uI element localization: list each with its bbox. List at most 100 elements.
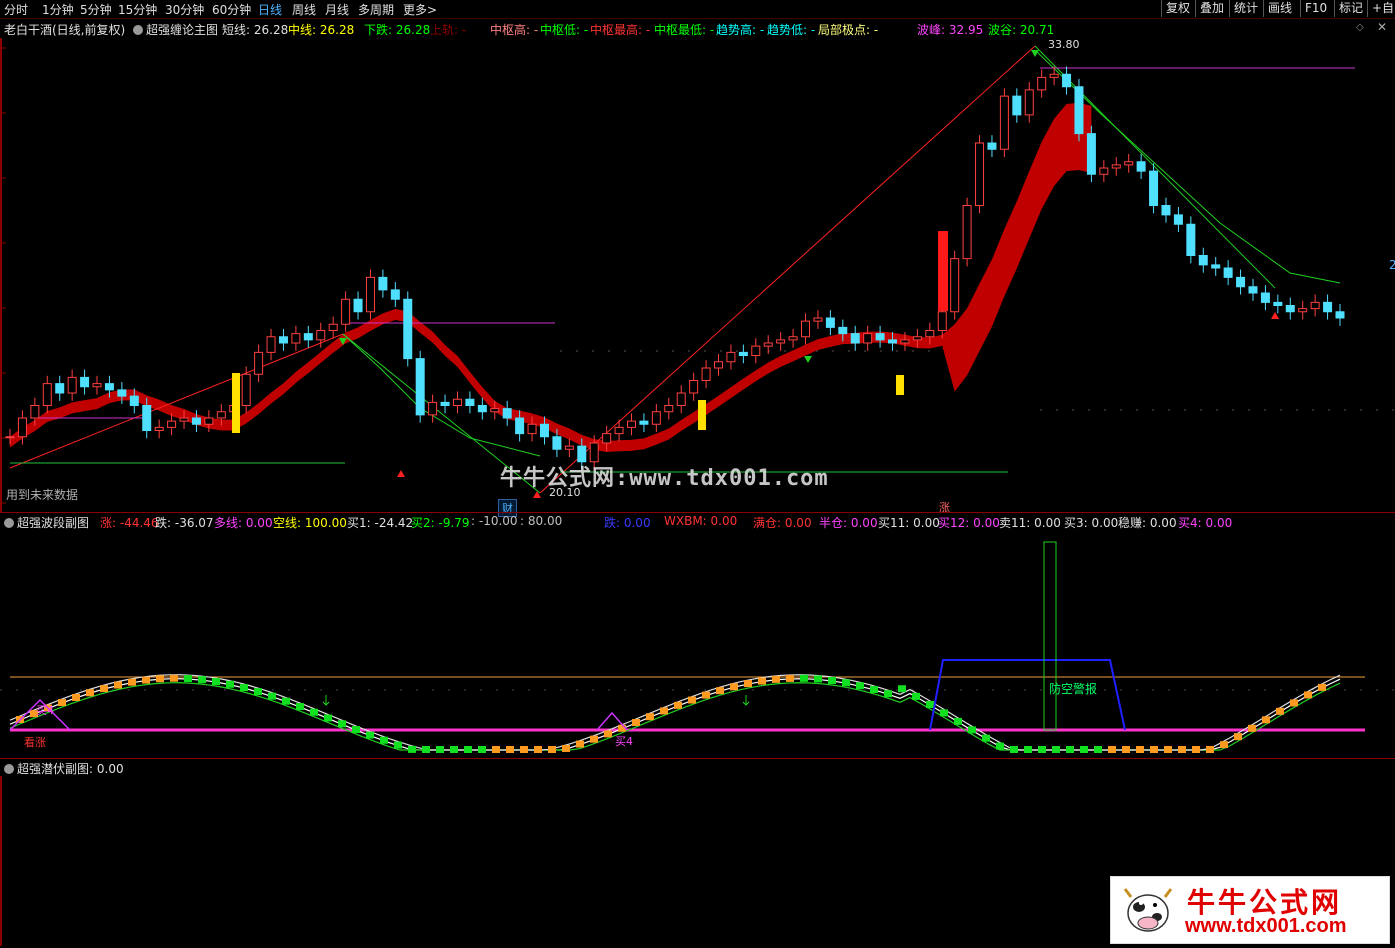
wave-block: [884, 690, 892, 698]
main-value-5: 中枢低: -: [540, 23, 589, 37]
candle-body: [129, 395, 139, 406]
candle-body: [1012, 95, 1022, 116]
candle-body: [1310, 301, 1320, 310]
main-value-4: 中枢高: -: [490, 23, 539, 37]
chart-settings-icon[interactable]: ◇: [1356, 22, 1364, 33]
candle-body: [999, 95, 1009, 150]
f10-button[interactable]: F10: [1300, 0, 1331, 17]
candle-body: [341, 298, 351, 325]
sub1-value-2: 多线: 0.00: [214, 516, 273, 530]
candle-body: [925, 330, 935, 338]
wave-block: [1094, 746, 1102, 753]
wave-block: [1234, 733, 1242, 741]
candle-body: [527, 423, 537, 435]
candle-body: [850, 333, 860, 344]
gear-icon[interactable]: [133, 25, 144, 35]
sub1-value-14: 卖11: 0.00: [999, 516, 1061, 530]
candle-body: [67, 376, 77, 394]
sub1-indicator-name[interactable]: 超强波段副图: [17, 516, 89, 530]
buy4-label-mid: 买4: [615, 735, 633, 748]
candle-body: [614, 426, 624, 435]
period-tab[interactable]: 5分钟: [80, 1, 112, 18]
wave-block: [1248, 724, 1256, 732]
yellow-signal-candle: [698, 400, 706, 430]
sub2-indicator-name[interactable]: 超强潜伏副图: [17, 762, 89, 776]
sub1-value-15: 买3: 0.00: [1064, 516, 1119, 530]
wave-block: [478, 746, 486, 753]
wave-block: [142, 676, 150, 684]
main-value-1: 中线: 26.28: [288, 23, 355, 37]
candle-body: [254, 351, 264, 375]
sub1-value-1: 跌: -36.07: [155, 516, 214, 530]
overlay-button[interactable]: 叠加: [1195, 0, 1228, 17]
candle-body: [1298, 308, 1308, 313]
wave-sub-chart[interactable]: [0, 530, 1395, 758]
period-tab[interactable]: 分时: [4, 1, 28, 18]
candle-body: [1161, 205, 1171, 216]
custom-button[interactable]: +自: [1367, 0, 1395, 17]
wave-block: [688, 696, 696, 704]
candle-body: [664, 405, 674, 413]
period-tab-daily[interactable]: 日线: [258, 1, 282, 18]
candle-body: [1273, 301, 1283, 306]
yellow-signal-candle: [896, 375, 904, 395]
wave-block: [1192, 746, 1200, 753]
mark-button[interactable]: 标记: [1334, 0, 1367, 17]
candle-body: [17, 417, 27, 438]
period-tab[interactable]: 60分钟: [212, 1, 251, 18]
period-tab[interactable]: 1分钟: [42, 1, 74, 18]
candle-body: [42, 383, 52, 406]
candle-body: [415, 358, 425, 416]
wave-block: [1304, 691, 1312, 699]
wave-block: [800, 674, 808, 682]
period-toolbar: 分时 1分钟 5分钟 15分钟 30分钟 60分钟 日线 周线 月线 多周期 更…: [0, 0, 1395, 19]
candle-body: [490, 408, 500, 413]
more-periods-button[interactable]: 更多>: [403, 1, 437, 18]
sub1-value-13: 买12: 0.00: [938, 516, 1000, 530]
statistics-button[interactable]: 统计: [1229, 0, 1262, 17]
candle-body: [962, 205, 972, 260]
main-value-11: 波峰: 32.95: [917, 23, 984, 37]
wave-block: [772, 675, 780, 683]
wave-block: [464, 746, 472, 753]
candle-body: [888, 339, 898, 344]
gear-icon[interactable]: [4, 764, 14, 774]
main-value-8: 趋势高: -: [716, 23, 765, 37]
wave-block: [1024, 746, 1032, 753]
close-panel-icon[interactable]: ✕: [1377, 20, 1387, 34]
candle-body: [738, 351, 748, 356]
candle-body: [714, 361, 724, 369]
period-tab[interactable]: 周线: [292, 1, 316, 18]
candle-body: [701, 367, 711, 381]
candle-body: [1186, 223, 1196, 256]
period-tab[interactable]: 多周期: [358, 1, 394, 18]
candle-body: [378, 276, 388, 291]
main-value-0: 短线: 26.28: [222, 23, 289, 37]
wave-block: [996, 742, 1004, 750]
wave-block: [156, 675, 164, 683]
wave-block: [268, 692, 276, 700]
period-tab[interactable]: 30分钟: [165, 1, 204, 18]
candle-body: [1049, 73, 1059, 78]
main-candlestick-chart[interactable]: [0, 38, 1395, 513]
period-tab[interactable]: 月线: [325, 1, 349, 18]
wave-block: [1276, 707, 1284, 715]
limit-up-candle: [938, 231, 948, 311]
wave-block: [940, 709, 948, 717]
wave-block: [1080, 746, 1088, 753]
sub1-value-6: : -10.00: [471, 514, 518, 528]
period-tab[interactable]: 15分钟: [118, 1, 157, 18]
gear-icon[interactable]: [4, 518, 14, 528]
candle-body: [365, 276, 375, 313]
sub1-value-5: 买2: -9.79: [411, 516, 470, 530]
candle-body: [204, 417, 214, 425]
watermark-text: 牛牛公式网:www.tdx001.com: [500, 466, 829, 491]
wave-block: [730, 683, 738, 691]
draw-line-button[interactable]: 画线: [1263, 0, 1296, 17]
wave-block: [86, 689, 94, 697]
wave-line: [9, 682, 1341, 751]
wave-block: [856, 682, 864, 690]
fuquan-button[interactable]: 复权: [1161, 0, 1194, 17]
main-indicator-name[interactable]: 超强缠论主图: [146, 23, 218, 37]
candle-body: [241, 373, 251, 406]
